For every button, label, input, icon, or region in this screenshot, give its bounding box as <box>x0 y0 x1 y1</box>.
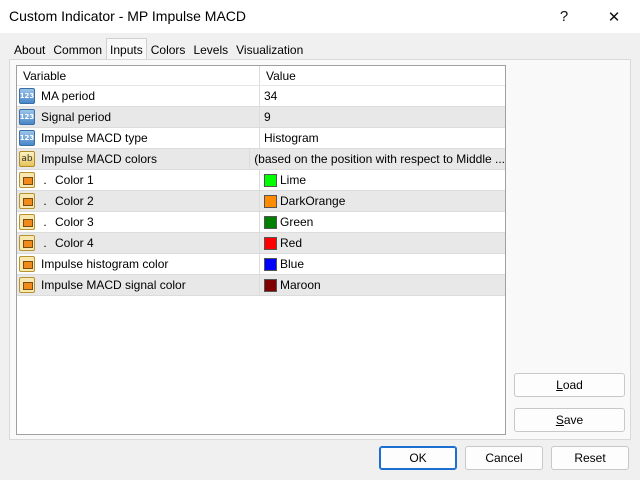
variable-name: Impulse MACD colors <box>41 152 158 166</box>
color-icon <box>19 172 35 188</box>
grid-row[interactable]: 123 Impulse MACD type Histogram <box>17 128 505 149</box>
grid-row[interactable]: . Color 2 DarkOrange <box>17 191 505 212</box>
color-swatch <box>264 173 277 187</box>
help-button[interactable]: ? <box>541 0 587 33</box>
color-icon <box>19 193 35 209</box>
color-swatch <box>264 215 277 229</box>
color-swatch <box>264 278 277 292</box>
grid-row[interactable]: . Color 1 Lime <box>17 170 505 191</box>
color-swatch <box>264 194 277 208</box>
grid-row[interactable]: Impulse histogram color Blue <box>17 254 505 275</box>
value-text: 9 <box>264 110 271 124</box>
indent-marker: . <box>43 215 47 229</box>
load-label: oad <box>562 378 583 392</box>
value-cell[interactable]: Blue <box>260 254 505 274</box>
variable-name: Signal period <box>41 110 112 124</box>
value-text: Maroon <box>280 278 321 292</box>
load-accel: L <box>556 378 563 392</box>
variable-name: MA period <box>41 89 96 103</box>
ok-button[interactable]: OK <box>379 446 457 470</box>
variable-name: Color 2 <box>55 194 94 208</box>
variable-name: Impulse MACD type <box>41 131 148 145</box>
value-text: Red <box>280 236 303 250</box>
grid-row[interactable]: ab Impulse MACD colors (based on the posit… <box>17 149 505 170</box>
value-text: 34 <box>264 89 278 103</box>
variable-cell: Impulse MACD signal color <box>17 275 260 295</box>
tab-colors[interactable]: Colors <box>147 40 190 60</box>
grid-row[interactable]: Impulse MACD signal color Maroon <box>17 275 505 296</box>
load-button[interactable]: Load <box>514 373 625 397</box>
grid-rows: 123 MA period 34 123 Signal period 9 123 Impuls… <box>17 86 505 296</box>
tab-strip: About Common Inputs Colors Levels Visualizati… <box>10 38 307 60</box>
variable-name: Impulse histogram color <box>41 257 169 271</box>
variable-cell: 123 Signal period <box>17 107 260 127</box>
value-cell[interactable]: Lime <box>260 170 505 190</box>
save-label: ave <box>563 413 584 427</box>
variable-cell: 123 Impulse MACD type <box>17 128 260 148</box>
variable-cell: Impulse histogram color <box>17 254 260 274</box>
indent-marker: . <box>43 173 47 187</box>
grid-row[interactable]: . Color 4 Red <box>17 233 505 254</box>
number-icon: 123 <box>19 130 35 146</box>
variable-name: Color 4 <box>55 236 94 250</box>
save-button[interactable]: Save <box>514 408 625 432</box>
close-icon: ✕ <box>607 8 621 26</box>
color-icon <box>19 277 35 293</box>
window-title: Custom Indicator - MP Impulse MACD <box>9 8 247 24</box>
color-icon <box>19 235 35 251</box>
color-icon <box>19 214 35 230</box>
save-accel: S <box>555 413 564 427</box>
tab-visualization[interactable]: Visualization <box>232 40 307 60</box>
variable-cell: . Color 2 <box>17 191 260 211</box>
color-swatch <box>264 236 277 250</box>
value-cell[interactable]: Maroon <box>260 275 505 295</box>
value-text: Histogram <box>264 131 319 145</box>
close-button[interactable]: ✕ <box>591 0 637 33</box>
text-icon: ab <box>19 151 35 167</box>
number-icon: 123 <box>19 109 35 125</box>
grid-row[interactable]: 123 MA period 34 <box>17 86 505 107</box>
grid-row[interactable]: 123 Signal period 9 <box>17 107 505 128</box>
reset-button[interactable]: Reset <box>551 446 629 470</box>
inputs-grid: Variable Value 123 MA period 34 123 Signal p… <box>16 65 506 435</box>
color-icon <box>19 256 35 272</box>
value-cell[interactable]: 34 <box>260 86 505 106</box>
variable-cell: . Color 1 <box>17 170 260 190</box>
help-icon: ? <box>559 8 569 25</box>
tab-inputs[interactable]: Inputs <box>106 38 147 60</box>
grid-row[interactable]: . Color 3 Green <box>17 212 505 233</box>
value-text: DarkOrange <box>280 194 346 208</box>
variable-cell: 123 MA period <box>17 86 260 106</box>
tab-about[interactable]: About <box>10 40 49 60</box>
header-variable-label: Variable <box>23 69 67 83</box>
value-cell[interactable]: Histogram <box>260 128 505 148</box>
value-cell[interactable]: Green <box>260 212 505 232</box>
value-text: Lime <box>280 173 307 187</box>
header-variable[interactable]: Variable <box>17 66 260 85</box>
indent-marker: . <box>43 194 47 208</box>
grid-header: Variable Value <box>17 66 505 86</box>
value-text: Blue <box>280 257 305 271</box>
tab-common[interactable]: Common <box>49 40 106 60</box>
variable-name: Color 1 <box>55 173 94 187</box>
cancel-button[interactable]: Cancel <box>465 446 543 470</box>
value-cell[interactable]: (based on the position with respect to M… <box>250 149 505 169</box>
header-value[interactable]: Value <box>260 66 505 85</box>
indent-marker: . <box>43 236 47 250</box>
value-cell[interactable]: DarkOrange <box>260 191 505 211</box>
value-text: Green <box>280 215 314 229</box>
value-text: (based on the position with respect to M… <box>254 152 505 166</box>
value-cell[interactable]: Red <box>260 233 505 253</box>
variable-cell: . Color 3 <box>17 212 260 232</box>
variable-name: Color 3 <box>55 215 94 229</box>
variable-cell: . Color 4 <box>17 233 260 253</box>
number-icon: 123 <box>19 88 35 104</box>
title-bar: Custom Indicator - MP Impulse MACD ? ✕ <box>0 0 640 33</box>
value-cell[interactable]: 9 <box>260 107 505 127</box>
color-swatch <box>264 257 277 271</box>
tab-levels[interactable]: Levels <box>189 40 232 60</box>
header-value-label: Value <box>266 69 296 83</box>
variable-name: Impulse MACD signal color <box>41 278 186 292</box>
variable-cell: ab Impulse MACD colors <box>17 149 251 169</box>
